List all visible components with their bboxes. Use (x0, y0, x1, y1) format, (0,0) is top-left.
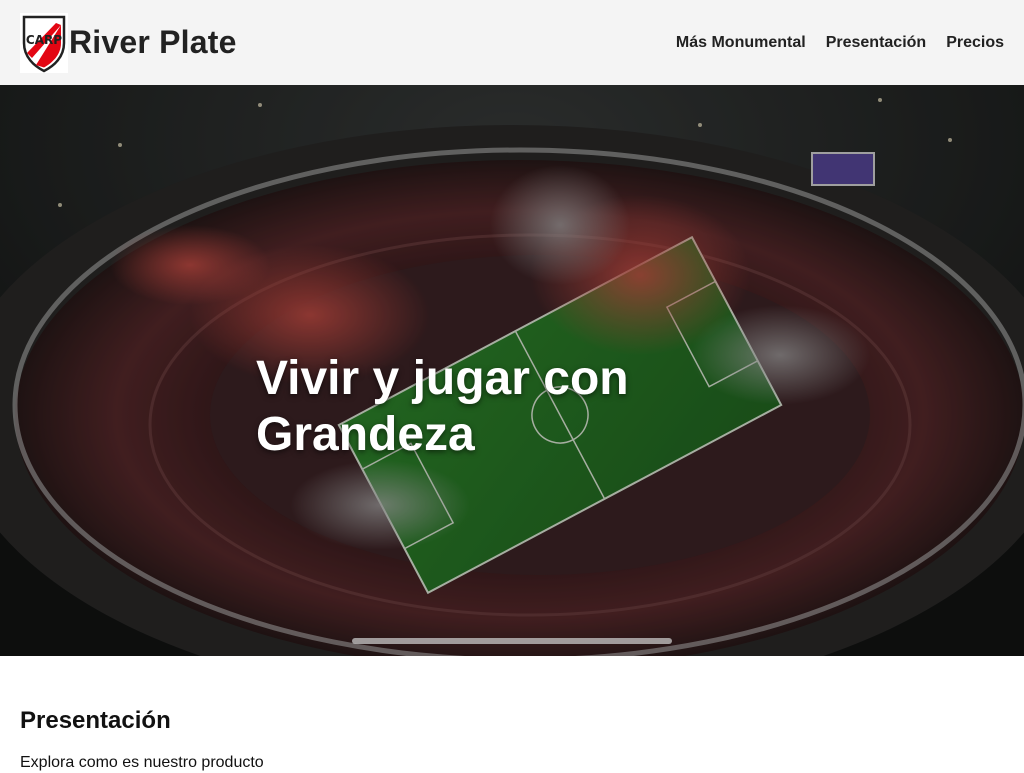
river-plate-crest-icon: CARP (20, 12, 68, 73)
svg-text:CARP: CARP (26, 33, 62, 47)
nav-link-precios[interactable]: Precios (946, 34, 1004, 51)
site-header: CARP River Plate Más Monumental Presenta… (0, 0, 1024, 85)
brand-name: River Plate (69, 24, 237, 60)
carousel-indicator[interactable] (352, 638, 672, 644)
nav-item: Precios (946, 34, 1004, 52)
hero-title: Vivir y jugar con Grandeza (256, 351, 776, 463)
presentation-section: Presentación Explora como es nuestro pro… (20, 706, 1004, 773)
nav-item: Más Monumental (676, 34, 806, 52)
nav-item: Presentación (826, 34, 926, 52)
hero-title-line-2: Grandeza (256, 408, 475, 461)
hero-banner: Vivir y jugar con Grandeza (0, 85, 1024, 656)
section-description: Explora como es nuestro producto (20, 754, 264, 771)
nav-list: Más Monumental Presentación Precios (676, 34, 1004, 52)
main-nav: Más Monumental Presentación Precios (676, 34, 1004, 52)
brand-link[interactable]: CARP River Plate (20, 12, 237, 73)
hero-title-line-1: Vivir y jugar con (256, 352, 629, 405)
nav-link-mas-monumental[interactable]: Más Monumental (676, 34, 806, 51)
section-title: Presentación (20, 707, 171, 734)
nav-link-presentacion[interactable]: Presentación (826, 34, 926, 51)
